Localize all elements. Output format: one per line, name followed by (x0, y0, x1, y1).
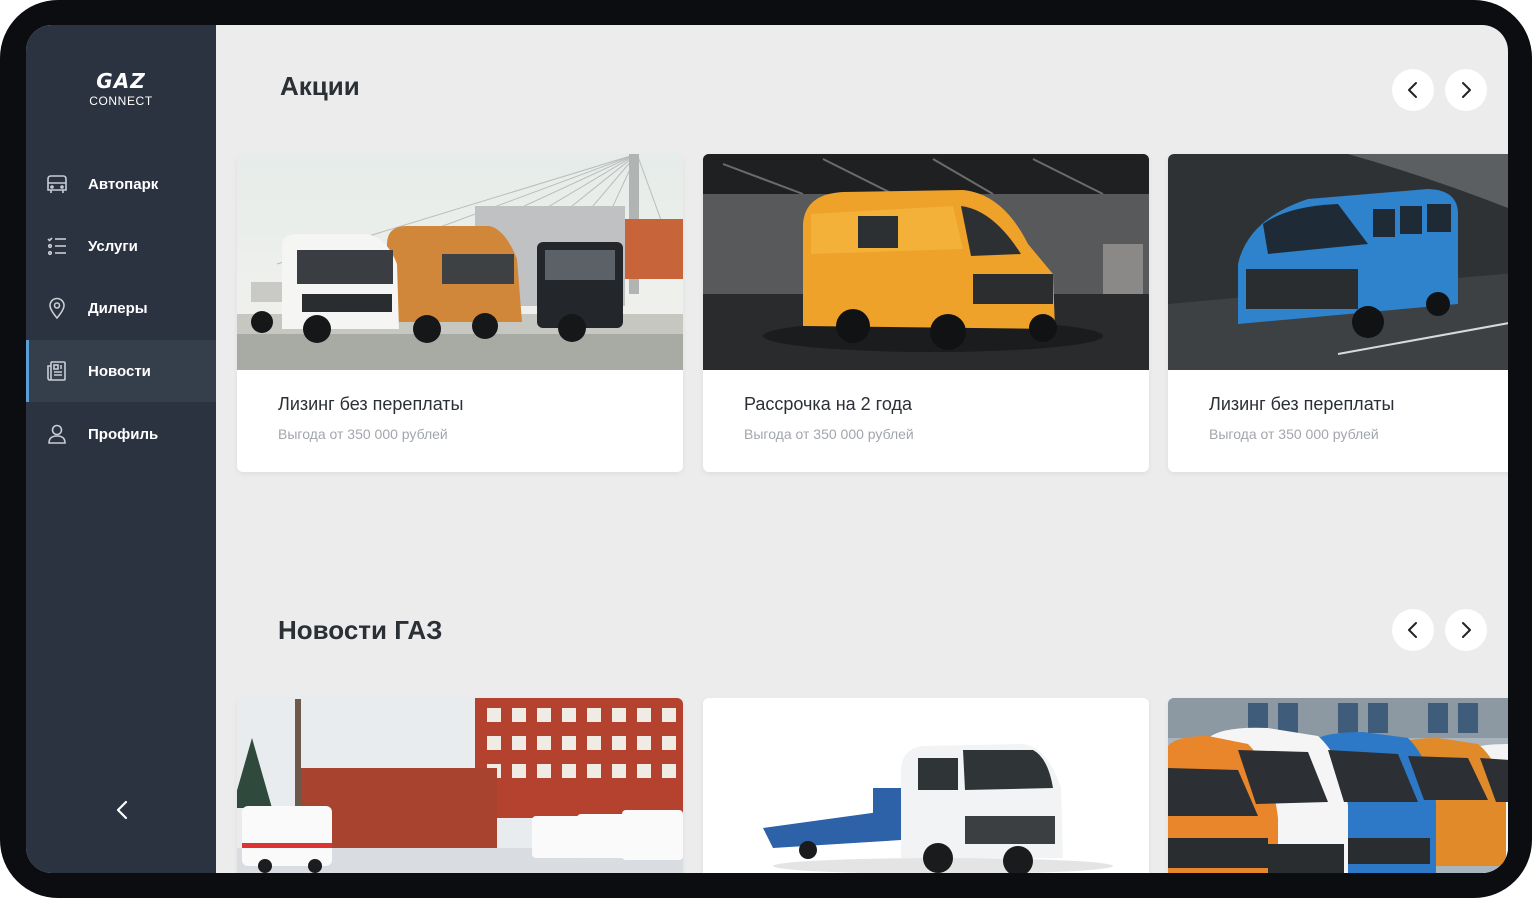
sidebar-item-profile[interactable]: Профиль (26, 403, 216, 465)
news-image-tow-truck (703, 698, 1149, 873)
device-frame: GAZ CONNECT Автопарк Услуги Дилеры Новос… (0, 0, 1532, 898)
sidebar-item-services[interactable]: Услуги (26, 215, 216, 277)
chevron-left-icon (116, 800, 128, 820)
sidebar-item-dealers[interactable]: Дилеры (26, 277, 216, 339)
chevron-right-icon (1462, 622, 1471, 638)
promo-card-title: Лизинг без переплаты (1209, 394, 1395, 414)
sidebar-item-label: Новости (88, 362, 151, 380)
sidebar-item-fleet[interactable]: Автопарк (26, 153, 216, 215)
promo-card[interactable]: Лизинг без переплаты Выгода от 350 000 р… (237, 154, 683, 472)
news-image-vans-row (1168, 698, 1508, 873)
sidebar-item-news[interactable]: Новости (26, 340, 216, 402)
logo: GAZ CONNECT (26, 71, 216, 108)
promo-card-title: Лизинг без переплаты (278, 394, 464, 414)
app-screen: GAZ CONNECT Автопарк Услуги Дилеры Новос… (26, 25, 1508, 873)
news-image-ambulances (237, 698, 683, 873)
news-card[interactable] (703, 698, 1149, 873)
promo-card[interactable]: Лизинг без переплаты Выгода от 350 000 р… (1168, 154, 1508, 472)
news-next-button[interactable] (1445, 609, 1487, 651)
promo-image-truck-lineup (237, 154, 683, 370)
logo-sub: CONNECT (89, 94, 153, 108)
user-icon (48, 424, 66, 444)
news-title: Новости ГАЗ (278, 615, 443, 645)
location-pin-icon (49, 297, 65, 320)
chevron-left-icon (1408, 622, 1417, 638)
chevron-right-icon (1462, 82, 1471, 98)
list-icon (47, 237, 66, 256)
news-card[interactable] (1168, 698, 1508, 873)
sidebar-item-label: Дилеры (88, 299, 148, 317)
sidebar-item-label: Профиль (88, 425, 159, 443)
promotions-title: Акции (280, 71, 360, 101)
bus-icon (47, 175, 67, 193)
sidebar-item-label: Услуги (88, 237, 138, 255)
news-card[interactable] (237, 698, 683, 873)
promo-card[interactable]: Рассрочка на 2 года Выгода от 350 000 ру… (703, 154, 1149, 472)
promo-image-blue-minibus (1168, 154, 1508, 370)
promo-card-subtitle: Выгода от 350 000 рублей (1209, 426, 1379, 442)
sidebar: GAZ CONNECT Автопарк Услуги Дилеры Новос… (26, 25, 216, 873)
newspaper-icon (47, 361, 66, 381)
promotions-prev-button[interactable] (1392, 69, 1434, 111)
chevron-left-icon (1408, 82, 1417, 98)
logo-main: GAZ (96, 69, 146, 93)
promo-card-subtitle: Выгода от 350 000 рублей (744, 426, 914, 442)
promo-card-title: Рассрочка на 2 года (744, 394, 912, 414)
promotions-next-button[interactable] (1445, 69, 1487, 111)
promo-card-subtitle: Выгода от 350 000 рублей (278, 426, 448, 442)
collapse-sidebar-button[interactable] (108, 795, 136, 825)
promo-image-orange-van (703, 154, 1149, 370)
news-prev-button[interactable] (1392, 609, 1434, 651)
sidebar-item-label: Автопарк (88, 175, 159, 193)
